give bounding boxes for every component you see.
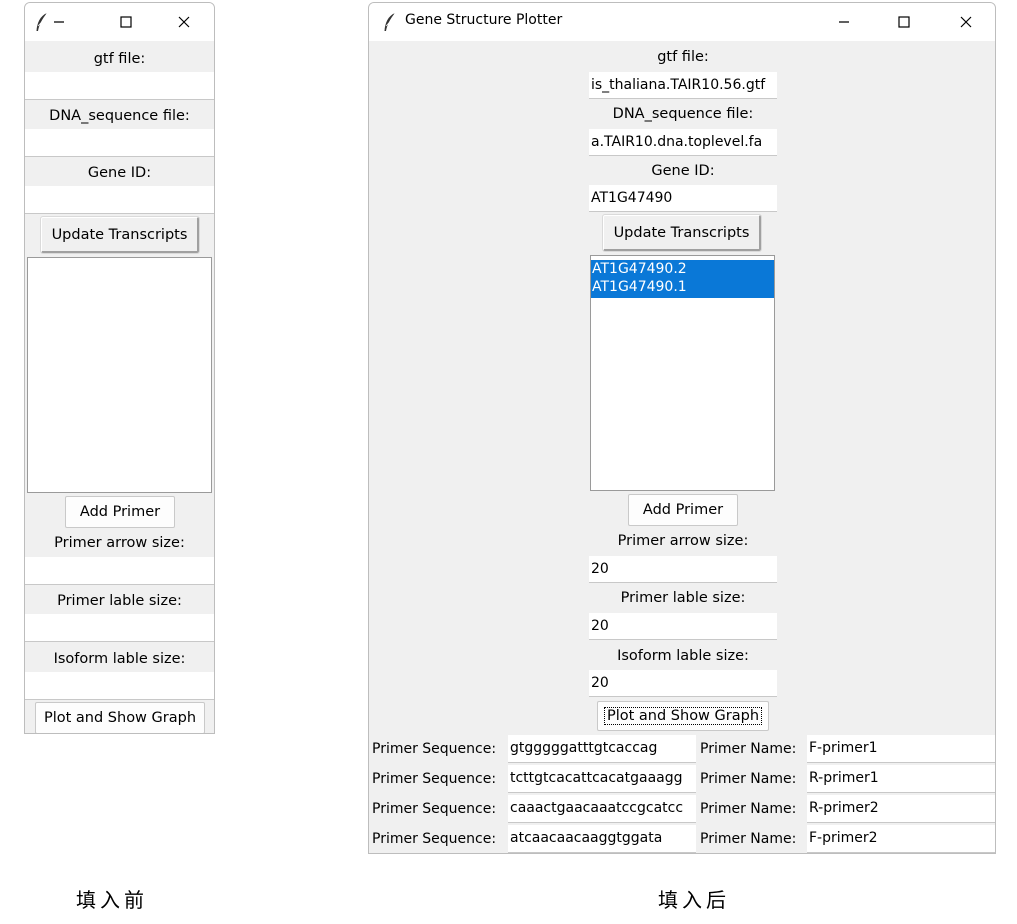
isoform-label-size-input[interactable]: 20 xyxy=(589,670,777,697)
transcript-listbox[interactable]: AT1G47490.2 AT1G47490.1 xyxy=(590,255,775,491)
plot-button-label: Plot and Show Graph xyxy=(603,707,763,725)
gtf-file-input[interactable]: is_thaliana.TAIR10.56.gtf xyxy=(589,72,777,99)
list-item[interactable]: AT1G47490.2 xyxy=(591,260,774,278)
close-button[interactable] xyxy=(945,3,987,41)
update-transcripts-button[interactable]: Update Transcripts xyxy=(40,216,200,254)
minimize-icon xyxy=(54,21,64,23)
update-transcripts-label: Update Transcripts xyxy=(613,224,750,241)
gtf-file-label: gtf file: xyxy=(93,51,146,67)
primer-sequence-label: Primer Sequence: xyxy=(372,801,497,817)
maximize-icon xyxy=(898,16,910,28)
close-icon xyxy=(960,16,972,28)
feather-icon xyxy=(384,12,396,31)
primer-sequence-label: Primer Sequence: xyxy=(372,741,497,757)
before-window: gtf file: DNA_sequence file: Gene ID: Up… xyxy=(24,2,215,734)
primer-name-input[interactable]: F-primer1 xyxy=(807,735,995,763)
caption-after: 填入后 xyxy=(658,888,730,912)
primer-name-label: Primer Name: xyxy=(700,771,797,787)
arrow-size-label: Primer arrow size: xyxy=(617,533,749,549)
primer-sequence-label: Primer Sequence: xyxy=(372,771,497,787)
isoform-label-size-label: Isoform lable size: xyxy=(617,648,749,664)
add-primer-label: Add Primer xyxy=(642,502,724,518)
gene-id-input[interactable] xyxy=(25,186,214,214)
close-icon xyxy=(178,16,190,28)
primer-label-size-label: Primer lable size: xyxy=(620,590,746,606)
gene-id-label: Gene ID: xyxy=(87,165,152,181)
maximize-button[interactable] xyxy=(883,3,925,41)
update-transcripts-label: Update Transcripts xyxy=(51,226,188,243)
isoform-label-size-input[interactable] xyxy=(25,672,214,700)
list-item[interactable]: AT1G47490.1 xyxy=(591,278,774,298)
gtf-file-label: gtf file: xyxy=(657,49,709,65)
primer-name-label: Primer Name: xyxy=(700,831,797,847)
arrow-size-label: Primer arrow size: xyxy=(54,535,185,551)
minimize-button[interactable] xyxy=(45,3,73,41)
gene-id-input[interactable]: AT1G47490 xyxy=(589,185,777,212)
primer-label-size-input[interactable] xyxy=(25,614,214,642)
arrow-size-input[interactable] xyxy=(25,557,214,585)
add-primer-label: Add Primer xyxy=(79,504,161,520)
primer-sequence-input[interactable]: gtgggggatttgtcaccag xyxy=(508,735,696,763)
title-bar[interactable]: Gene Structure Plotter xyxy=(369,3,995,41)
primer-sequence-input[interactable]: caaactgaacaaatccgcatcc xyxy=(508,795,696,823)
maximize-icon xyxy=(120,16,132,28)
primer-sequence-input[interactable]: tcttgtcacattcacatgaaagg xyxy=(508,765,696,793)
update-transcripts-button[interactable]: Update Transcripts xyxy=(602,214,762,252)
close-button[interactable] xyxy=(163,3,205,41)
maximize-button[interactable] xyxy=(105,3,147,41)
primer-name-input[interactable]: R-primer1 xyxy=(807,765,995,793)
primer-label-size-input[interactable]: 20 xyxy=(589,613,777,640)
add-primer-button[interactable]: Add Primer xyxy=(628,494,738,526)
dna-file-label: DNA_sequence file: xyxy=(49,108,190,124)
plot-button-label: Plot and Show Graph xyxy=(43,710,197,726)
primer-name-input[interactable]: R-primer2 xyxy=(807,795,995,823)
dna-file-label: DNA_sequence file: xyxy=(612,106,754,122)
window-title: Gene Structure Plotter xyxy=(405,12,563,28)
dna-file-input[interactable]: a.TAIR10.dna.toplevel.fa xyxy=(589,129,777,156)
primer-label-size-label: Primer lable size: xyxy=(57,593,182,609)
minimize-button[interactable] xyxy=(823,3,865,41)
primer-sequence-label: Primer Sequence: xyxy=(372,831,497,847)
arrow-size-input[interactable]: 20 xyxy=(589,556,777,583)
primer-sequence-input[interactable]: atcaacaacaaggtggata xyxy=(508,825,696,853)
after-window: Gene Structure Plotter gtf file: is_thal… xyxy=(368,2,996,854)
primer-name-label: Primer Name: xyxy=(700,801,797,817)
title-bar[interactable] xyxy=(25,3,214,41)
minimize-icon xyxy=(839,21,849,23)
plot-button[interactable]: Plot and Show Graph xyxy=(35,702,205,733)
isoform-label-size-label: Isoform lable size: xyxy=(53,651,186,667)
gene-id-label: Gene ID: xyxy=(651,163,715,179)
plot-button[interactable]: Plot and Show Graph xyxy=(597,701,769,731)
add-primer-button[interactable]: Add Primer xyxy=(65,496,175,528)
primer-name-label: Primer Name: xyxy=(700,741,797,757)
dna-file-input[interactable] xyxy=(25,129,214,157)
caption-before: 填入前 xyxy=(76,888,148,912)
primer-name-input[interactable]: F-primer2 xyxy=(807,825,995,853)
transcript-listbox[interactable] xyxy=(27,257,212,493)
gtf-file-input[interactable] xyxy=(25,72,214,100)
